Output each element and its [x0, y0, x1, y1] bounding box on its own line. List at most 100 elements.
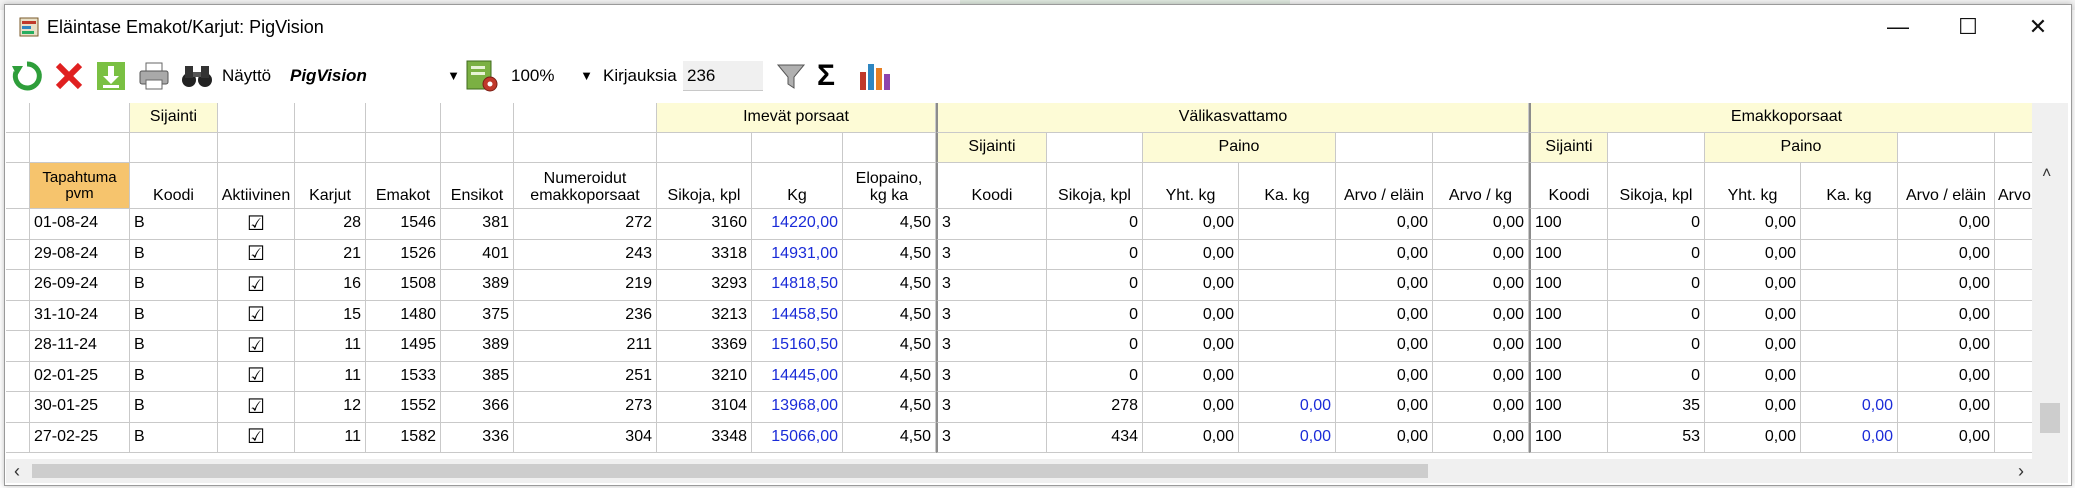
cell-emakot[interactable]: 1582 — [366, 422, 441, 453]
cell-e-sikoja[interactable]: 0 — [1608, 239, 1705, 270]
find-button[interactable] — [179, 59, 215, 93]
cell-e-sikoja[interactable]: 35 — [1608, 392, 1705, 423]
cell-karjut[interactable]: 11 — [295, 422, 366, 453]
column-header-emakkoporsaat-yht-kg[interactable]: Yht. kg — [1705, 163, 1801, 209]
cell-e-arvo-elain[interactable]: 0,00 — [1898, 331, 1995, 362]
cell-v-ka[interactable] — [1239, 331, 1336, 362]
cell-elopaino[interactable]: 4,50 — [843, 422, 936, 453]
cell-e-arvo-elain[interactable]: 0,00 — [1898, 209, 1995, 240]
vertical-scrollbar[interactable]: ˄ — [2032, 103, 2068, 459]
cell-e-ka[interactable]: 0,00 — [1801, 422, 1898, 453]
cell-e-arvo-elain[interactable]: 0,00 — [1898, 300, 1995, 331]
cell-karjut[interactable]: 28 — [295, 209, 366, 240]
cell-imevat-sikoja[interactable]: 3348 — [657, 422, 752, 453]
aktiivinen-checkbox[interactable]: ☑ — [247, 366, 265, 386]
cell-e-yht[interactable]: 0,00 — [1705, 422, 1801, 453]
cell-imevat-sikoja[interactable]: 3318 — [657, 239, 752, 270]
row-header[interactable] — [6, 361, 30, 392]
cell-koodi[interactable]: B — [130, 392, 218, 423]
cell-emakot[interactable]: 1508 — [366, 270, 441, 301]
cell-v-sikoja[interactable]: 0 — [1047, 361, 1143, 392]
cell-aktiivinen[interactable]: ☑ — [218, 270, 295, 301]
cell-v-arvo-elain[interactable]: 0,00 — [1336, 239, 1433, 270]
cell-e-ka[interactable] — [1801, 361, 1898, 392]
cell-elopaino[interactable]: 4,50 — [843, 331, 936, 362]
print-button[interactable] — [137, 59, 171, 93]
cell-v-ka[interactable] — [1239, 239, 1336, 270]
cell-v-arvo-elain[interactable]: 0,00 — [1336, 422, 1433, 453]
cell-v-koodi[interactable]: 3 — [936, 361, 1047, 392]
cell-blank[interactable] — [1995, 270, 2032, 301]
column-header-karjut[interactable]: Karjut — [295, 163, 366, 209]
aktiivinen-checkbox[interactable]: ☑ — [247, 275, 265, 295]
row-header[interactable] — [6, 331, 30, 362]
cell-v-koodi[interactable]: 3 — [936, 422, 1047, 453]
cell-aktiivinen[interactable]: ☑ — [218, 209, 295, 240]
cell-e-koodi[interactable]: 100 — [1529, 270, 1608, 301]
column-header-valikasvattamo-arvo-kg[interactable]: Arvo / kg — [1433, 163, 1529, 209]
cell-numeroidut[interactable]: 251 — [514, 361, 657, 392]
cell-emakot[interactable]: 1552 — [366, 392, 441, 423]
cell-karjut[interactable]: 21 — [295, 239, 366, 270]
column-header-emakkoporsaat-koodi[interactable]: Koodi — [1529, 163, 1608, 209]
cell-koodi[interactable]: B — [130, 361, 218, 392]
cell-date[interactable]: 27-02-25 — [30, 422, 130, 453]
scroll-up-icon[interactable]: ˄ — [2042, 165, 2051, 183]
cell-koodi[interactable]: B — [130, 300, 218, 331]
cell-e-arvo-elain[interactable]: 0,00 — [1898, 392, 1995, 423]
cell-e-arvo-elain[interactable]: 0,00 — [1898, 270, 1995, 301]
cell-ensikot[interactable]: 375 — [441, 300, 514, 331]
cell-v-yht[interactable]: 0,00 — [1143, 209, 1239, 240]
cell-e-ka[interactable] — [1801, 331, 1898, 362]
cell-v-yht[interactable]: 0,00 — [1143, 270, 1239, 301]
cell-imevat-sikoja[interactable]: 3213 — [657, 300, 752, 331]
cell-e-ka[interactable] — [1801, 239, 1898, 270]
cell-emakot[interactable]: 1546 — [366, 209, 441, 240]
scroll-right-icon[interactable]: › — [2018, 461, 2024, 482]
cell-v-koodi[interactable]: 3 — [936, 270, 1047, 301]
cell-e-yht[interactable]: 0,00 — [1705, 239, 1801, 270]
row-header[interactable] — [6, 270, 30, 301]
cell-v-ka[interactable] — [1239, 361, 1336, 392]
aktiivinen-checkbox[interactable]: ☑ — [247, 427, 265, 447]
cell-v-arvo-kg[interactable]: 0,00 — [1433, 331, 1529, 362]
cell-e-sikoja[interactable]: 53 — [1608, 422, 1705, 453]
cell-imevat-sikoja[interactable]: 3369 — [657, 331, 752, 362]
cell-v-koodi[interactable]: 3 — [936, 331, 1047, 362]
sum-button[interactable]: Σ — [817, 59, 835, 93]
cell-numeroidut[interactable]: 304 — [514, 422, 657, 453]
cell-aktiivinen[interactable]: ☑ — [218, 361, 295, 392]
column-header-emakkoporsaat-arvo-elain[interactable]: Arvo / eläin — [1898, 163, 1995, 209]
cell-imevat-kg[interactable]: 14445,00 — [752, 361, 843, 392]
cell-blank[interactable] — [1995, 422, 2032, 453]
column-header-valikasvattamo-arvo-elain[interactable]: Arvo / eläin — [1336, 163, 1433, 209]
cell-ensikot[interactable]: 389 — [441, 331, 514, 362]
view-settings-button[interactable] — [465, 59, 499, 93]
column-header-numeroidut[interactable]: Numeroidut emakkoporsaat — [514, 163, 657, 209]
chart-button[interactable] — [857, 59, 893, 93]
minimize-button[interactable]: — — [1863, 5, 1933, 49]
cell-date[interactable]: 30-01-25 — [30, 392, 130, 423]
row-header[interactable] — [6, 300, 30, 331]
cell-v-arvo-elain[interactable]: 0,00 — [1336, 300, 1433, 331]
cell-v-arvo-kg[interactable]: 0,00 — [1433, 392, 1529, 423]
cell-koodi[interactable]: B — [130, 331, 218, 362]
cell-v-arvo-elain[interactable]: 0,00 — [1336, 270, 1433, 301]
cell-aktiivinen[interactable]: ☑ — [218, 239, 295, 270]
cell-imevat-kg[interactable]: 14458,50 — [752, 300, 843, 331]
row-header[interactable] — [6, 209, 30, 240]
cell-e-yht[interactable]: 0,00 — [1705, 209, 1801, 240]
cell-numeroidut[interactable]: 219 — [514, 270, 657, 301]
cell-blank[interactable] — [1995, 331, 2032, 362]
cell-e-arvo-elain[interactable]: 0,00 — [1898, 361, 1995, 392]
column-header-sikoja[interactable]: Sikoja, kpl — [657, 163, 752, 209]
aktiivinen-checkbox[interactable]: ☑ — [247, 305, 265, 325]
cell-blank[interactable] — [1995, 209, 2032, 240]
cell-karjut[interactable]: 16 — [295, 270, 366, 301]
cell-karjut[interactable]: 12 — [295, 392, 366, 423]
cell-v-koodi[interactable]: 3 — [936, 392, 1047, 423]
cell-emakot[interactable]: 1495 — [366, 331, 441, 362]
cell-ensikot[interactable]: 389 — [441, 270, 514, 301]
cell-e-koodi[interactable]: 100 — [1529, 209, 1608, 240]
cell-elopaino[interactable]: 4,50 — [843, 300, 936, 331]
